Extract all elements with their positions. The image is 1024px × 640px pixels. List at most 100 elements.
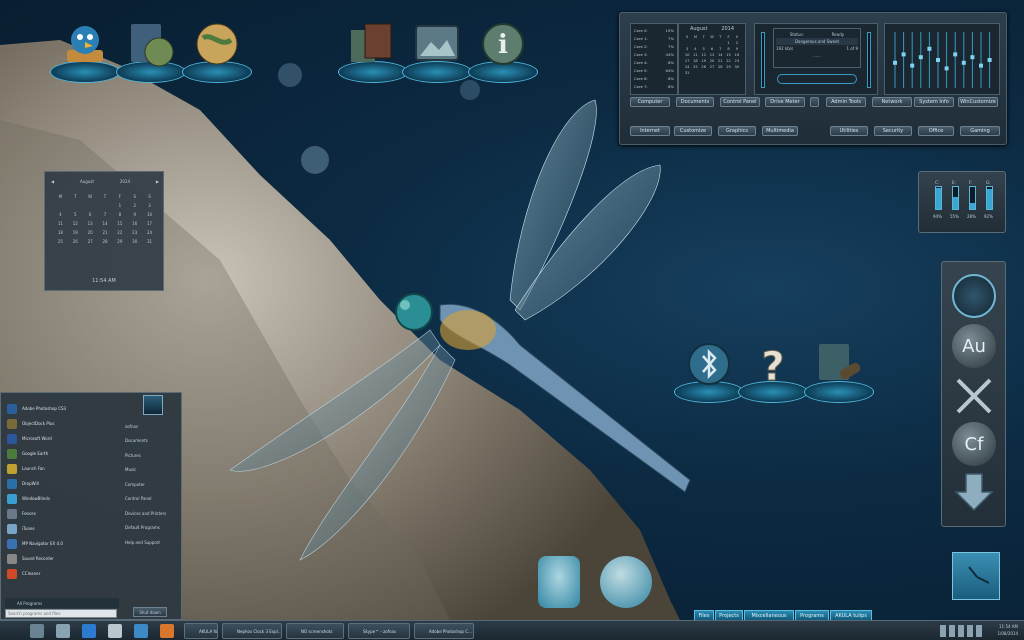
day-cell[interactable]: 20 [83,230,98,235]
info-icon[interactable]: i [468,15,538,83]
day-cell[interactable]: 15 [112,221,127,226]
spiral-3d-icon[interactable] [952,274,996,318]
book-globe-icon[interactable] [116,15,186,83]
program-item[interactable]: CCleaner [3,566,121,581]
day-cell[interactable]: 3 [142,203,157,208]
day-cell[interactable] [83,203,98,208]
category-button[interactable]: Multimedia [762,126,798,136]
program-item[interactable]: Microsoft Word [3,431,121,446]
day-cell[interactable]: 23 [127,230,142,235]
place-item[interactable]: Computer [125,477,179,492]
bluetooth-icon[interactable] [674,335,744,403]
day-cell[interactable]: 28 [98,239,113,244]
day-cell[interactable]: 28 [716,64,724,70]
control-button[interactable]: Admin Tools [826,97,866,107]
program-item[interactable]: Sound Recorder [3,551,121,566]
control-button[interactable]: Control Panel [720,97,760,107]
eq-slider-knob[interactable] [944,66,949,71]
day-cell[interactable]: 10 [142,212,157,217]
day-cell[interactable]: 30 [127,239,142,244]
system-tray[interactable] [940,625,982,637]
eq-slider-knob[interactable] [953,52,958,57]
category-button[interactable]: Utilities [830,126,868,136]
place-item[interactable]: Documents [125,434,179,449]
player-controls[interactable] [777,74,857,84]
eq-slider-knob[interactable] [927,46,932,51]
category-button[interactable]: Office [918,126,954,136]
taskbar-task[interactable]: Adobe Photoshop C... [414,623,474,639]
day-cell[interactable]: 12 [68,221,83,226]
category-button[interactable]: Internet [630,126,670,136]
control-button[interactable]: Drive Meter [765,97,805,107]
category-button[interactable]: Gaming [960,126,1000,136]
day-cell[interactable]: 21 [98,230,113,235]
day-cell[interactable]: 19 [68,230,83,235]
shutdown-button[interactable]: Shut down [133,607,167,617]
eq-slider-knob[interactable] [910,63,915,68]
control-button[interactable]: Documents [676,97,714,107]
place-item[interactable]: Devices and Printers [125,506,179,521]
ie-icon[interactable] [134,624,148,638]
books-icon[interactable] [338,15,408,83]
place-item[interactable]: Default Programs [125,521,179,536]
all-programs[interactable]: All Programs [5,598,119,608]
day-cell[interactable]: 30 [733,64,741,70]
place-item[interactable]: zofnas [125,419,179,434]
day-cell[interactable]: 31 [683,70,691,76]
eq-slider-knob[interactable] [901,52,906,57]
eq-slider-knob[interactable] [918,55,923,60]
day-cell[interactable]: 9 [127,212,142,217]
user-avatar[interactable] [143,395,163,415]
category-button[interactable]: Graphics [718,126,756,136]
day-cell[interactable]: 4 [53,212,68,217]
program-item[interactable]: Fences [3,506,121,521]
start-search-input[interactable] [5,609,117,618]
day-cell[interactable]: 24 [142,230,157,235]
scissors-icon[interactable] [952,374,996,418]
day-cell[interactable]: 11 [53,221,68,226]
program-item[interactable]: DropWill [3,476,121,491]
day-cell[interactable]: 1 [112,203,127,208]
place-item[interactable]: Music [125,463,179,478]
day-cell[interactable] [68,203,83,208]
photo-frame-icon[interactable] [402,15,472,83]
place-item[interactable]: Control Panel [125,492,179,507]
day-cell[interactable]: 26 [68,239,83,244]
control-button[interactable]: System Info [914,97,954,107]
taskbar-task[interactable]: Nephos Clock 3 Expl... [222,623,282,639]
day-cell[interactable]: 2 [127,203,142,208]
day-cell[interactable]: 29 [112,239,127,244]
clock-date[interactable]: 1/08/2014 [997,630,1018,637]
day-cell[interactable] [98,203,113,208]
day-cell[interactable]: 6 [83,212,98,217]
eq-slider-knob[interactable] [987,58,992,62]
day-cell[interactable]: 7 [98,212,113,217]
taskbar-task[interactable]: AKULA for WB - Rena... [184,623,218,639]
day-cell[interactable]: 16 [127,221,142,226]
place-item[interactable]: Pictures [125,448,179,463]
eq-slider-knob[interactable] [970,55,975,60]
eq-slider-knob[interactable] [893,60,897,65]
calendar-next-icon[interactable]: ▶ [156,179,159,184]
eq-slider-knob[interactable] [961,60,966,65]
day-cell[interactable]: 25 [691,64,699,70]
day-cell[interactable] [53,203,68,208]
clock-time[interactable]: 11:54 AM [997,623,1018,630]
audition-au-icon[interactable]: Au [952,324,996,368]
help-question-icon[interactable]: ? [738,335,808,403]
notes-icon[interactable] [108,624,122,638]
day-cell[interactable]: 18 [53,230,68,235]
book-telescope-icon[interactable] [804,335,874,403]
eq-slider-knob[interactable] [979,63,983,68]
program-item[interactable]: Adobe Photoshop CS3 [3,401,121,416]
program-item[interactable]: Google Earth [3,446,121,461]
down-arrow-icon[interactable] [952,470,996,514]
day-cell[interactable]: 27 [708,64,716,70]
glass-recycle-icon[interactable] [538,556,580,608]
place-item[interactable]: Help and Support [125,535,179,550]
day-cell[interactable]: 5 [68,212,83,217]
category-button[interactable]: Customize [674,126,712,136]
program-item[interactable]: WindowBlinds [3,491,121,506]
category-button[interactable]: Security [874,126,912,136]
start-orb-icon[interactable] [30,624,44,638]
